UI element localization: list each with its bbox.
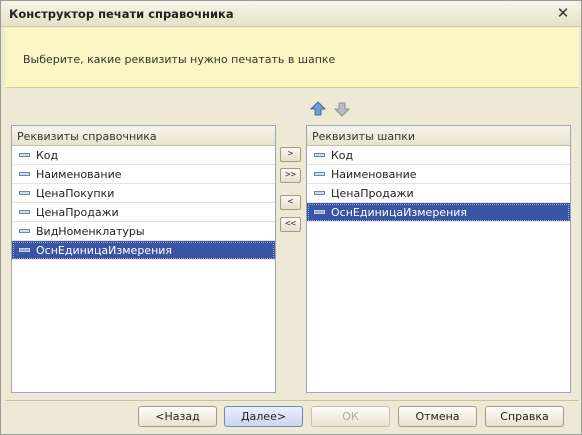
remove-one-button[interactable]: < [280, 195, 301, 210]
list-item[interactable]: Наименование [307, 165, 570, 184]
attribute-icon [19, 172, 30, 176]
catalog-attributes-list[interactable]: Реквизиты справочника Код Наименование Ц… [11, 125, 276, 393]
footer-divider [5, 400, 579, 401]
arrow-down-icon[interactable] [334, 101, 350, 117]
attribute-icon [19, 191, 30, 195]
list-item-selected[interactable]: ОснЕдиницаИзмерения [307, 203, 570, 222]
window-title: Конструктор печати справочника [9, 7, 234, 21]
attribute-icon [314, 210, 325, 214]
attribute-icon [314, 191, 325, 195]
help-button[interactable]: Справка [485, 406, 564, 427]
list-item[interactable]: ЦенаПродажи [12, 203, 275, 222]
header-attributes-list[interactable]: Реквизиты шапки Код Наименование ЦенаПро… [306, 125, 571, 393]
ok-button[interactable]: ОК [311, 406, 390, 427]
back-button[interactable]: <Назад [138, 406, 217, 427]
close-icon[interactable]: ✕ [555, 5, 571, 21]
list-item[interactable]: Код [12, 146, 275, 165]
arrow-up-icon[interactable] [310, 101, 326, 117]
list-item[interactable]: Код [307, 146, 570, 165]
attribute-icon [19, 248, 30, 252]
hint-text: Выберите, какие реквизиты нужно печатать… [23, 53, 336, 66]
hint-panel: Выберите, какие реквизиты нужно печатать… [5, 28, 579, 88]
dialog-window: Конструктор печати справочника ✕ Выберит… [0, 0, 582, 435]
list-item[interactable]: ЦенаПокупки [12, 184, 275, 203]
list-item[interactable]: ВидНоменклатуры [12, 222, 275, 241]
catalog-attributes-header: Реквизиты справочника [12, 126, 275, 146]
title-bar: Конструктор печати справочника ✕ [1, 1, 581, 27]
list-item[interactable]: ЦенаПродажи [307, 184, 570, 203]
add-all-button[interactable]: >> [280, 168, 301, 183]
attribute-icon [19, 210, 30, 214]
add-one-button[interactable]: > [280, 147, 301, 162]
attribute-icon [314, 153, 325, 157]
attribute-icon [19, 229, 30, 233]
next-button[interactable]: Далее> [224, 406, 303, 427]
remove-all-button[interactable]: << [280, 217, 301, 232]
header-attributes-header: Реквизиты шапки [307, 126, 570, 146]
attribute-icon [314, 172, 325, 176]
list-item[interactable]: Наименование [12, 165, 275, 184]
list-item-selected[interactable]: ОснЕдиницаИзмерения [12, 241, 275, 260]
attribute-icon [19, 153, 30, 157]
cancel-button[interactable]: Отмена [398, 406, 477, 427]
